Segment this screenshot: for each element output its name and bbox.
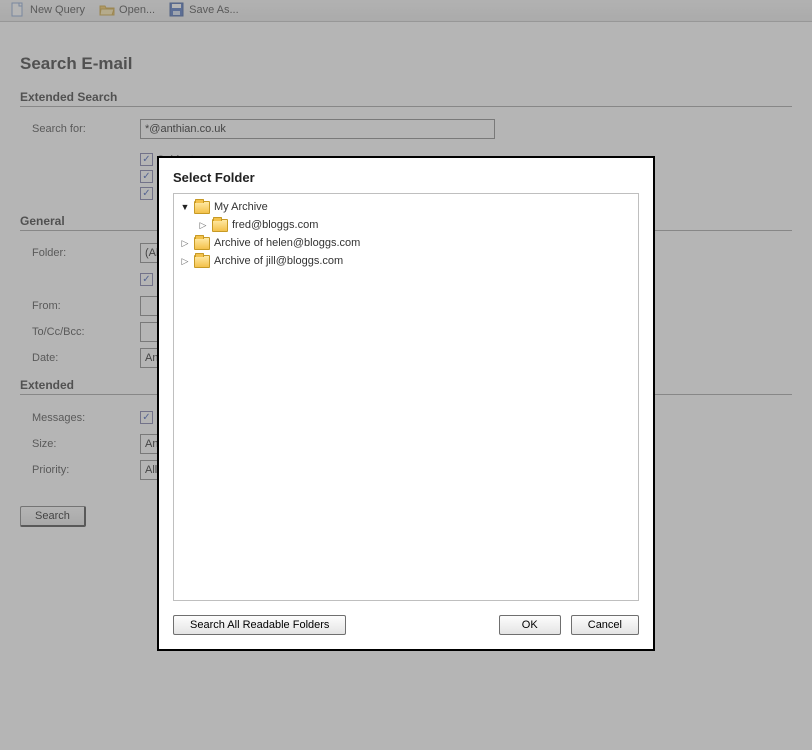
folder-icon <box>194 201 210 214</box>
tree-node[interactable]: ▷ Archive of helen@bloggs.com <box>176 234 636 252</box>
tree-node[interactable]: ▼ My Archive <box>176 198 636 216</box>
chevron-right-icon[interactable]: ▷ <box>180 238 190 248</box>
chevron-right-icon[interactable]: ▷ <box>198 220 208 230</box>
modal-overlay: Select Folder ▼ My Archive ▷ fred@bloggs… <box>0 0 812 750</box>
search-all-folders-button[interactable]: Search All Readable Folders <box>173 615 346 635</box>
tree-node[interactable]: ▷ fred@bloggs.com <box>176 216 636 234</box>
tree-node-label: fred@bloggs.com <box>232 219 318 231</box>
folder-icon <box>194 255 210 268</box>
tree-node-label: Archive of jill@bloggs.com <box>214 255 343 267</box>
folder-icon <box>194 237 210 250</box>
select-folder-dialog: Select Folder ▼ My Archive ▷ fred@bloggs… <box>157 156 655 651</box>
tree-node[interactable]: ▷ Archive of jill@bloggs.com <box>176 252 636 270</box>
cancel-button[interactable]: Cancel <box>571 615 639 635</box>
ok-button[interactable]: OK <box>499 615 561 635</box>
chevron-right-icon[interactable]: ▷ <box>180 256 190 266</box>
folder-icon <box>212 219 228 232</box>
tree-node-label: My Archive <box>214 201 268 213</box>
dialog-title: Select Folder <box>173 170 639 185</box>
chevron-down-icon[interactable]: ▼ <box>180 202 190 212</box>
tree-node-label: Archive of helen@bloggs.com <box>214 237 360 249</box>
folder-tree[interactable]: ▼ My Archive ▷ fred@bloggs.com ▷ Archive… <box>173 193 639 601</box>
